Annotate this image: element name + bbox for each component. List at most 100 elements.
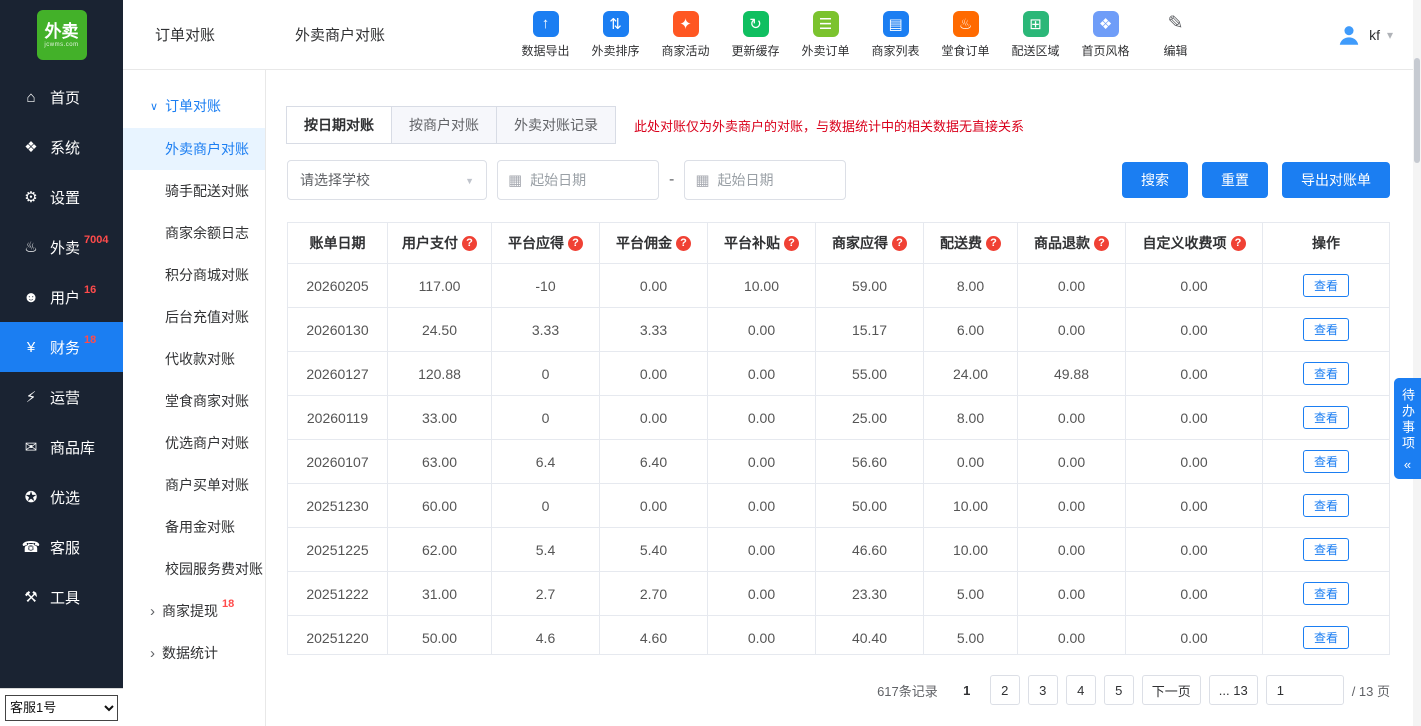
sidebar-item[interactable]: ¥ 财务 18	[0, 322, 123, 372]
delivery-area[interactable]: ⊞ 配送区域	[1007, 10, 1065, 59]
page-button[interactable]: 3	[1027, 675, 1058, 705]
submenu-item[interactable]: 外卖商户对账	[123, 128, 265, 170]
help-icon[interactable]	[462, 235, 477, 251]
sidebar-item[interactable]: ⌂ 首页	[0, 72, 123, 122]
app-logo[interactable]: 外卖 jcwms.com	[36, 10, 87, 60]
more-pages-button[interactable]: ... 13	[1208, 675, 1258, 705]
homepage-style[interactable]: ❖ 首页风格	[1077, 10, 1135, 59]
submenu-collapsed-groups: 商家提现 18 数据统计	[123, 590, 265, 674]
search-button[interactable]: 搜索	[1122, 162, 1188, 198]
table-cell-actions: 查看	[1263, 352, 1389, 395]
submenu-item[interactable]: 骑手配送对账	[123, 170, 265, 212]
edit[interactable]: ✎ 编辑	[1147, 11, 1205, 59]
export-statement-button[interactable]: 导出对账单	[1282, 162, 1390, 198]
page-button[interactable]: 5	[1103, 675, 1134, 705]
help-icon[interactable]	[1094, 235, 1109, 251]
dinein-orders[interactable]: ♨ 堂食订单	[937, 10, 995, 59]
submenu-item[interactable]: 堂食商家对账	[123, 380, 265, 422]
sidebar-item[interactable]: ⚙ 设置	[0, 172, 123, 222]
table-row: 20260119 33.00 0 0.00 0.00 25.00 8.00 0.00 0.00 查…	[288, 395, 1389, 439]
help-icon[interactable]	[568, 235, 583, 251]
column-label: 商品退款	[1034, 235, 1090, 251]
sidebar-item[interactable]: ✉ 商品库	[0, 422, 123, 472]
school-select[interactable]: 请选择学校	[287, 160, 487, 200]
submenu-item[interactable]: 优选商户对账	[123, 422, 265, 464]
view-button[interactable]: 查看	[1303, 318, 1349, 341]
table-cell: 117.00	[388, 264, 492, 307]
tab[interactable]: 按商户对账	[391, 106, 497, 144]
submenu-item[interactable]: 后台充值对账	[123, 296, 265, 338]
page-button[interactable]: 2	[989, 675, 1020, 705]
merchant-list[interactable]: ▤ 商家列表	[867, 10, 925, 59]
next-page-button[interactable]: 下一页	[1141, 675, 1201, 705]
top-header: 订单对账 外卖商户对账 ↑ 数据导出 ⇅ 外卖排序 ✦ 商家活动 ↻ 更新缓存 …	[123, 0, 1421, 70]
scrollbar-thumb[interactable]	[1414, 58, 1420, 163]
agent-select[interactable]: 客服1号	[5, 694, 118, 721]
view-button[interactable]: 查看	[1303, 626, 1349, 649]
settings-icon: ⚙	[24, 189, 38, 206]
help-icon[interactable]	[986, 235, 1001, 251]
table-cell: 49.88	[1018, 352, 1126, 395]
logo-text: 外卖	[44, 21, 79, 41]
submenu-group[interactable]: 商家提现 18	[123, 590, 265, 632]
sidebar-item[interactable]: ☻ 用户 16	[0, 272, 123, 322]
scrollbar[interactable]	[1413, 0, 1421, 726]
view-button[interactable]: 查看	[1303, 538, 1349, 561]
submenu-item[interactable]: 代收款对账	[123, 338, 265, 380]
table-cell: 0.00	[1018, 484, 1126, 527]
submenu-group-order-reconciliation[interactable]: 订单对账	[123, 84, 265, 128]
submenu-item[interactable]: 积分商城对账	[123, 254, 265, 296]
tool-label: 首页风格	[1081, 43, 1130, 58]
table-cell: 5.00	[924, 616, 1018, 654]
help-icon[interactable]	[892, 235, 907, 251]
data-export-icon: ↑	[532, 10, 559, 37]
table-cell: 3.33	[600, 308, 708, 351]
end-date-input[interactable]: 起始日期	[684, 160, 847, 200]
submenu-item-label: 代收款对账	[165, 351, 235, 367]
sidebar-item[interactable]: ⚒ 工具	[0, 572, 123, 622]
submenu-item[interactable]: 备用金对账	[123, 506, 265, 548]
view-button[interactable]: 查看	[1303, 582, 1349, 605]
edit-icon: ✎	[1167, 13, 1184, 34]
sidebar-item[interactable]: ✪ 优选	[0, 472, 123, 522]
takeout-orders[interactable]: ☰ 外卖订单	[797, 10, 855, 59]
help-icon[interactable]	[1230, 235, 1246, 251]
sidebar-item[interactable]: ❖ 系统	[0, 122, 123, 172]
submenu-item[interactable]: 商家余额日志	[123, 212, 265, 254]
submenu-group[interactable]: 数据统计	[123, 632, 265, 674]
tab[interactable]: 按日期对账	[286, 106, 392, 144]
sidebar-item[interactable]: ⚡ 运营	[0, 372, 123, 422]
submenu-item[interactable]: 校园服务费对账	[123, 548, 265, 590]
start-date-input[interactable]: 起始日期	[497, 160, 659, 200]
todo-panel-toggle[interactable]: 待办事项 «	[1394, 378, 1421, 479]
sidebar-item[interactable]: ☎ 客服	[0, 522, 123, 572]
table-cell: 0.00	[1018, 616, 1126, 654]
table-column-header: 账单日期	[288, 223, 388, 263]
view-button[interactable]: 查看	[1303, 406, 1349, 429]
submenu-item[interactable]: 商户买单对账	[123, 464, 265, 506]
tool-label: 堂食订单	[941, 43, 990, 58]
table-cell: 20260130	[288, 308, 388, 351]
page-button-current[interactable]: 1	[951, 675, 982, 705]
page-button[interactable]: 4	[1065, 675, 1096, 705]
view-button[interactable]: 查看	[1303, 362, 1349, 385]
refresh-cache[interactable]: ↻ 更新缓存	[727, 10, 785, 59]
page-jump-input[interactable]	[1265, 675, 1344, 705]
help-icon[interactable]	[676, 235, 691, 251]
user-menu[interactable]: kf	[1336, 22, 1421, 48]
view-button[interactable]: 查看	[1303, 450, 1349, 473]
tool-label: 外卖排序	[591, 43, 640, 58]
data-export[interactable]: ↑ 数据导出	[517, 10, 575, 59]
sidebar-item[interactable]: ♨ 外卖 7004	[0, 222, 123, 272]
view-button[interactable]: 查看	[1303, 494, 1349, 517]
table-cell: 4.60	[600, 616, 708, 654]
tab[interactable]: 外卖对账记录	[496, 106, 616, 144]
finance-icon: ¥	[26, 338, 36, 356]
reset-button[interactable]: 重置	[1202, 162, 1268, 198]
help-icon[interactable]	[784, 235, 799, 251]
table-cell: 0.00	[1018, 396, 1126, 439]
merchant-activity[interactable]: ✦ 商家活动	[657, 10, 715, 59]
view-button[interactable]: 查看	[1303, 274, 1349, 297]
takeout-sort[interactable]: ⇅ 外卖排序	[587, 10, 645, 59]
table-cell-actions: 查看	[1263, 308, 1389, 351]
